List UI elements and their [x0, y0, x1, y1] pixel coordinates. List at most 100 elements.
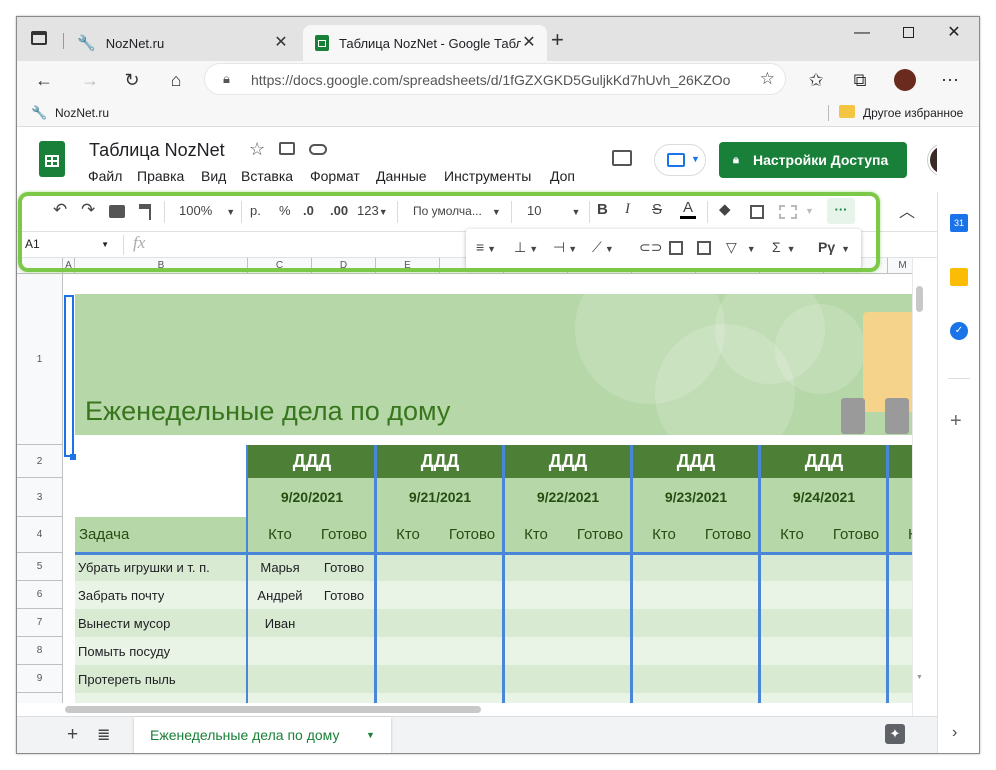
sheets-logo-icon[interactable]: [39, 141, 65, 177]
side-panel-top: [937, 128, 979, 192]
who-cell[interactable]: Марья: [248, 560, 312, 575]
header-separator-line: [75, 552, 912, 555]
selected-cell-a1[interactable]: [64, 295, 74, 457]
url-text: https://docs.google.com/spreadsheets/d/1…: [251, 72, 731, 88]
done-cell[interactable]: Готово: [312, 588, 376, 603]
expand-panel-icon[interactable]: ›: [952, 724, 957, 742]
row-header-4[interactable]: 4: [17, 517, 63, 553]
cloud-status-icon[interactable]: [309, 144, 327, 155]
row-header-5[interactable]: 5: [17, 553, 63, 581]
star-icon[interactable]: ☆: [249, 139, 265, 160]
who-cell[interactable]: Иван: [248, 616, 312, 631]
row-header-6[interactable]: 6: [17, 581, 63, 609]
row-header-8[interactable]: 8: [17, 637, 63, 665]
move-folder-icon[interactable]: [279, 142, 295, 155]
row-number: 9: [36, 673, 43, 684]
who-column-header: Кто: [632, 517, 696, 553]
add-addon-icon[interactable]: +: [950, 410, 962, 433]
tab-actions-icon[interactable]: [31, 31, 47, 45]
add-favorite-icon[interactable]: ☆: [760, 69, 775, 89]
task-cell[interactable]: Помыть посуду: [78, 644, 170, 659]
scroll-thumb[interactable]: [65, 706, 481, 713]
chevron-down-icon: ▼: [691, 154, 700, 164]
tab-title: Таблица NozNet - Google Табл: [339, 35, 521, 51]
day-header: [888, 445, 912, 478]
day-header: ДДД: [504, 445, 632, 478]
row-header-7[interactable]: 7: [17, 609, 63, 637]
row-number: 8: [36, 645, 43, 656]
keep-icon[interactable]: [950, 268, 968, 286]
tasks-icon[interactable]: ✓: [950, 322, 968, 340]
menu-addons[interactable]: Доп: [550, 168, 575, 184]
scroll-down-arrow[interactable]: ▼: [916, 674, 923, 681]
explore-icon[interactable]: ✦: [885, 724, 905, 744]
settings-more-icon[interactable]: ⋯: [935, 65, 965, 95]
new-tab-button[interactable]: +: [551, 27, 564, 53]
profile-avatar[interactable]: [894, 69, 916, 91]
share-button-label: Настройки Доступа: [753, 152, 889, 168]
address-bar[interactable]: 🔒︎ https://docs.google.com/spreadsheets/…: [204, 63, 786, 95]
navigation-bar: ← → ↻ ⌂ 🔒︎ https://docs.google.com/sprea…: [17, 61, 979, 99]
present-button[interactable]: ▼: [654, 144, 706, 176]
favorites-icon[interactable]: ✩: [801, 65, 831, 95]
sheets-header: Таблица NozNet ☆ Файл Правка Вид Вставка…: [17, 128, 937, 192]
row-header-9[interactable]: 9: [17, 665, 63, 693]
done-column-header: Готово: [312, 517, 376, 553]
collapse-menu-icon[interactable]: ︿: [899, 198, 915, 222]
task-cell[interactable]: Убрать игрушки и т. п.: [78, 560, 210, 575]
forward-icon[interactable]: →: [75, 65, 105, 95]
menu-data[interactable]: Данные: [376, 168, 427, 184]
calendar-icon[interactable]: 31: [950, 214, 968, 232]
close-tab-icon[interactable]: ✕: [271, 33, 291, 53]
comments-icon[interactable]: [612, 150, 632, 166]
who-column-header: Кто: [376, 517, 440, 553]
close-window-button[interactable]: ✕: [931, 17, 977, 49]
minimize-button[interactable]: —: [839, 17, 885, 49]
vertical-scrollbar[interactable]: ▼: [912, 258, 926, 716]
menu-file[interactable]: Файл: [88, 168, 122, 184]
maximize-button[interactable]: [885, 17, 931, 49]
date-header: 9/22/2021: [504, 478, 632, 517]
back-icon[interactable]: ←: [29, 65, 59, 95]
day-separator-line: [630, 445, 633, 716]
collections-icon[interactable]: ⧉: [845, 65, 875, 95]
done-column-header: Готово: [696, 517, 760, 553]
share-access-button[interactable]: 🔒︎ Настройки Доступа: [719, 142, 907, 178]
chevron-down-icon[interactable]: ▼: [366, 730, 375, 740]
done-cell[interactable]: Готово: [312, 560, 376, 575]
document-title[interactable]: Таблица NozNet: [89, 140, 225, 161]
row-number: 1: [36, 354, 43, 365]
browser-tab-sheets[interactable]: Таблица NozNet - Google Табл ✕: [303, 25, 547, 61]
add-sheet-icon[interactable]: +: [67, 724, 78, 746]
sheet-tab[interactable]: Еженедельные дела по дому ▼: [134, 717, 391, 753]
browser-window: 🔧 NozNet.ru ✕ Таблица NozNet - Google Та…: [16, 16, 980, 754]
task-cell[interactable]: Вынести мусор: [78, 616, 170, 631]
menu-insert[interactable]: Вставка: [241, 168, 293, 184]
menu-tools[interactable]: Инструменты: [444, 168, 531, 184]
all-sheets-icon[interactable]: ≣: [97, 725, 110, 745]
task-cell[interactable]: Забрать почту: [78, 588, 164, 603]
column-header-m[interactable]: M: [888, 258, 912, 274]
horizontal-scrollbar[interactable]: [17, 703, 912, 716]
favorite-noznet[interactable]: NozNet.ru: [55, 106, 109, 120]
menu-view[interactable]: Вид: [201, 168, 226, 184]
favorites-bar: 🔧 NozNet.ru Другое избранное: [17, 99, 979, 127]
favorite-other-folder[interactable]: Другое избранное: [863, 106, 963, 120]
menu-edit[interactable]: Правка: [137, 168, 184, 184]
reload-icon[interactable]: ↻: [117, 65, 147, 95]
home-icon[interactable]: ⌂: [161, 65, 191, 95]
scroll-thumb[interactable]: [916, 286, 923, 312]
row-header-3[interactable]: 3: [17, 478, 63, 517]
browser-tab-noznet[interactable]: 🔧 NozNet.ru ✕: [71, 25, 301, 61]
row-header-2[interactable]: 2: [17, 445, 63, 478]
who-cell[interactable]: Андрей: [248, 588, 312, 603]
close-tab-icon[interactable]: ✕: [519, 33, 539, 53]
row-number: 5: [36, 561, 43, 572]
task-cell[interactable]: Протереть пыль: [78, 672, 176, 687]
row-number: 7: [36, 617, 43, 628]
menu-format[interactable]: Формат: [310, 168, 360, 184]
side-panel: 31 ✓ + ›: [937, 192, 979, 753]
row-number: 3: [36, 492, 43, 503]
done-column-header: Готово: [824, 517, 888, 553]
row-header-1[interactable]: 1: [17, 274, 63, 445]
